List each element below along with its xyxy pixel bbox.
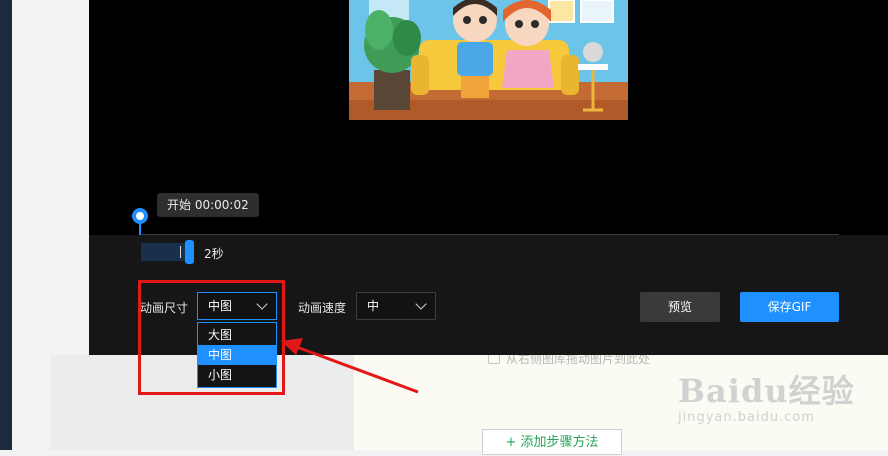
range-marker <box>180 246 181 258</box>
size-select[interactable]: 中图 <box>197 292 277 320</box>
playhead-pin-icon[interactable] <box>132 208 148 224</box>
speed-select-value: 中 <box>367 299 380 313</box>
selection-range[interactable] <box>141 243 185 261</box>
size-label: 动画尺寸 <box>140 301 189 315</box>
size-select-value: 中图 <box>208 299 233 313</box>
duration-label: 2秒 <box>204 247 224 261</box>
chevron-down-icon <box>415 298 427 310</box>
range-end-handle[interactable] <box>185 240 194 264</box>
preview-image <box>349 0 628 120</box>
baidu-watermark: Baidu经验 jingyan.baidu.com <box>678 366 855 425</box>
save-gif-button[interactable]: 保存GIF <box>740 292 839 322</box>
preview-button[interactable]: 预览 <box>640 292 720 322</box>
size-dropdown-menu: 大图 中图 小图 <box>197 322 277 388</box>
size-option-large[interactable]: 大图 <box>198 325 276 345</box>
watermark-sub: jingyan.baidu.com <box>678 410 815 425</box>
desktop-background <box>0 0 12 450</box>
size-option-small[interactable]: 小图 <box>198 365 276 385</box>
chevron-down-icon <box>256 298 268 310</box>
watermark-main: Baidu经验 <box>678 372 855 410</box>
speed-label: 动画速度 <box>298 301 347 315</box>
speed-select[interactable]: 中 <box>356 292 436 320</box>
size-option-medium[interactable]: 中图 <box>198 345 276 365</box>
start-time-tooltip: 开始 00:00:02 <box>157 193 259 217</box>
add-step-button[interactable]: + 添加步骤方法 <box>482 429 622 455</box>
cartoon-scene-illustration <box>349 0 628 120</box>
